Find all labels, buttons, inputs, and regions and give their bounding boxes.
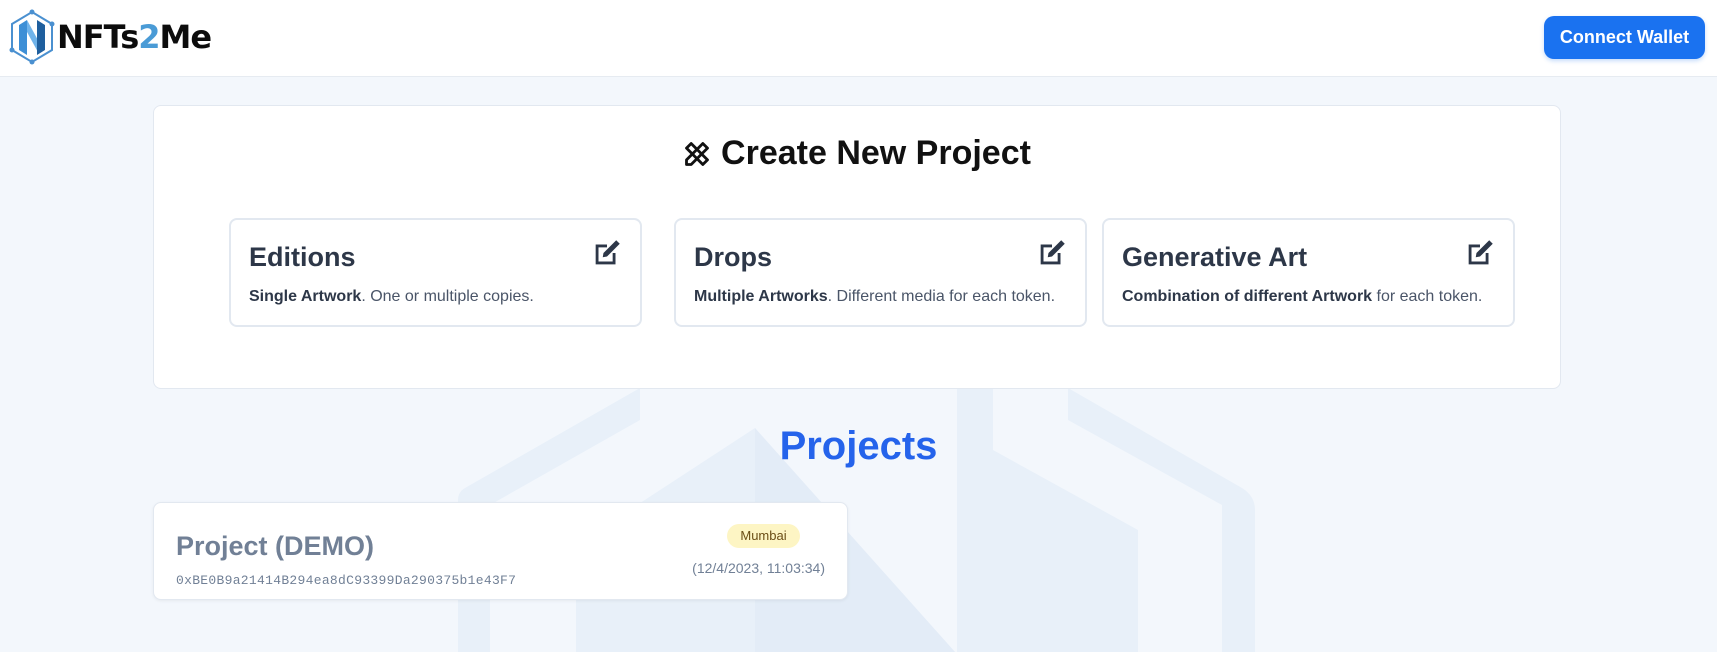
connect-wallet-button[interactable]: Connect Wallet xyxy=(1544,16,1705,59)
logo-wordmark: NFTs2Me xyxy=(57,18,212,56)
edit-icon xyxy=(1040,240,1065,265)
pencil-ruler-icon xyxy=(685,141,709,166)
project-timestamp: (12/4/2023, 11:03:34) xyxy=(692,560,825,576)
project-type-description: Multiple Artworks. Different media for e… xyxy=(694,288,1056,305)
projects-heading: Projects xyxy=(779,424,938,468)
nfts2me-logo[interactable]: NFTs2Me xyxy=(9,9,212,65)
page-title: Create New Project xyxy=(721,134,1031,172)
project-type-generative-art[interactable]: Generative Art Combination of different … xyxy=(1102,218,1515,327)
project-type-description: Combination of different Artwork for eac… xyxy=(1122,288,1483,305)
project-type-title: Drops xyxy=(694,242,773,272)
project-type-editions[interactable]: Editions Single Artwork. One or multiple… xyxy=(229,218,642,327)
project-card[interactable]: Project (DEMO) 0xBE0B9a21414B294ea8dC933… xyxy=(153,502,848,600)
edit-icon xyxy=(595,240,620,265)
project-type-title: Editions xyxy=(249,242,356,272)
hexagon-logo-icon xyxy=(9,9,55,65)
create-new-project-panel: Create New Project Editions Single Artwo… xyxy=(153,105,1561,389)
edit-icon xyxy=(1468,240,1493,265)
contract-address: 0xBE0B9a21414B294ea8dC93399Da290375b1e43… xyxy=(176,573,517,588)
network-badge: Mumbai xyxy=(727,524,800,548)
project-type-title: Generative Art xyxy=(1122,242,1308,272)
project-name: Project (DEMO) xyxy=(176,531,375,561)
project-type-drops[interactable]: Drops Multiple Artworks. Different media… xyxy=(674,218,1087,327)
top-navbar: NFTs2Me Connect Wallet xyxy=(0,0,1717,77)
project-type-description: Single Artwork. One or multiple copies. xyxy=(249,288,534,305)
create-title-row: Create New Project xyxy=(154,134,1560,173)
